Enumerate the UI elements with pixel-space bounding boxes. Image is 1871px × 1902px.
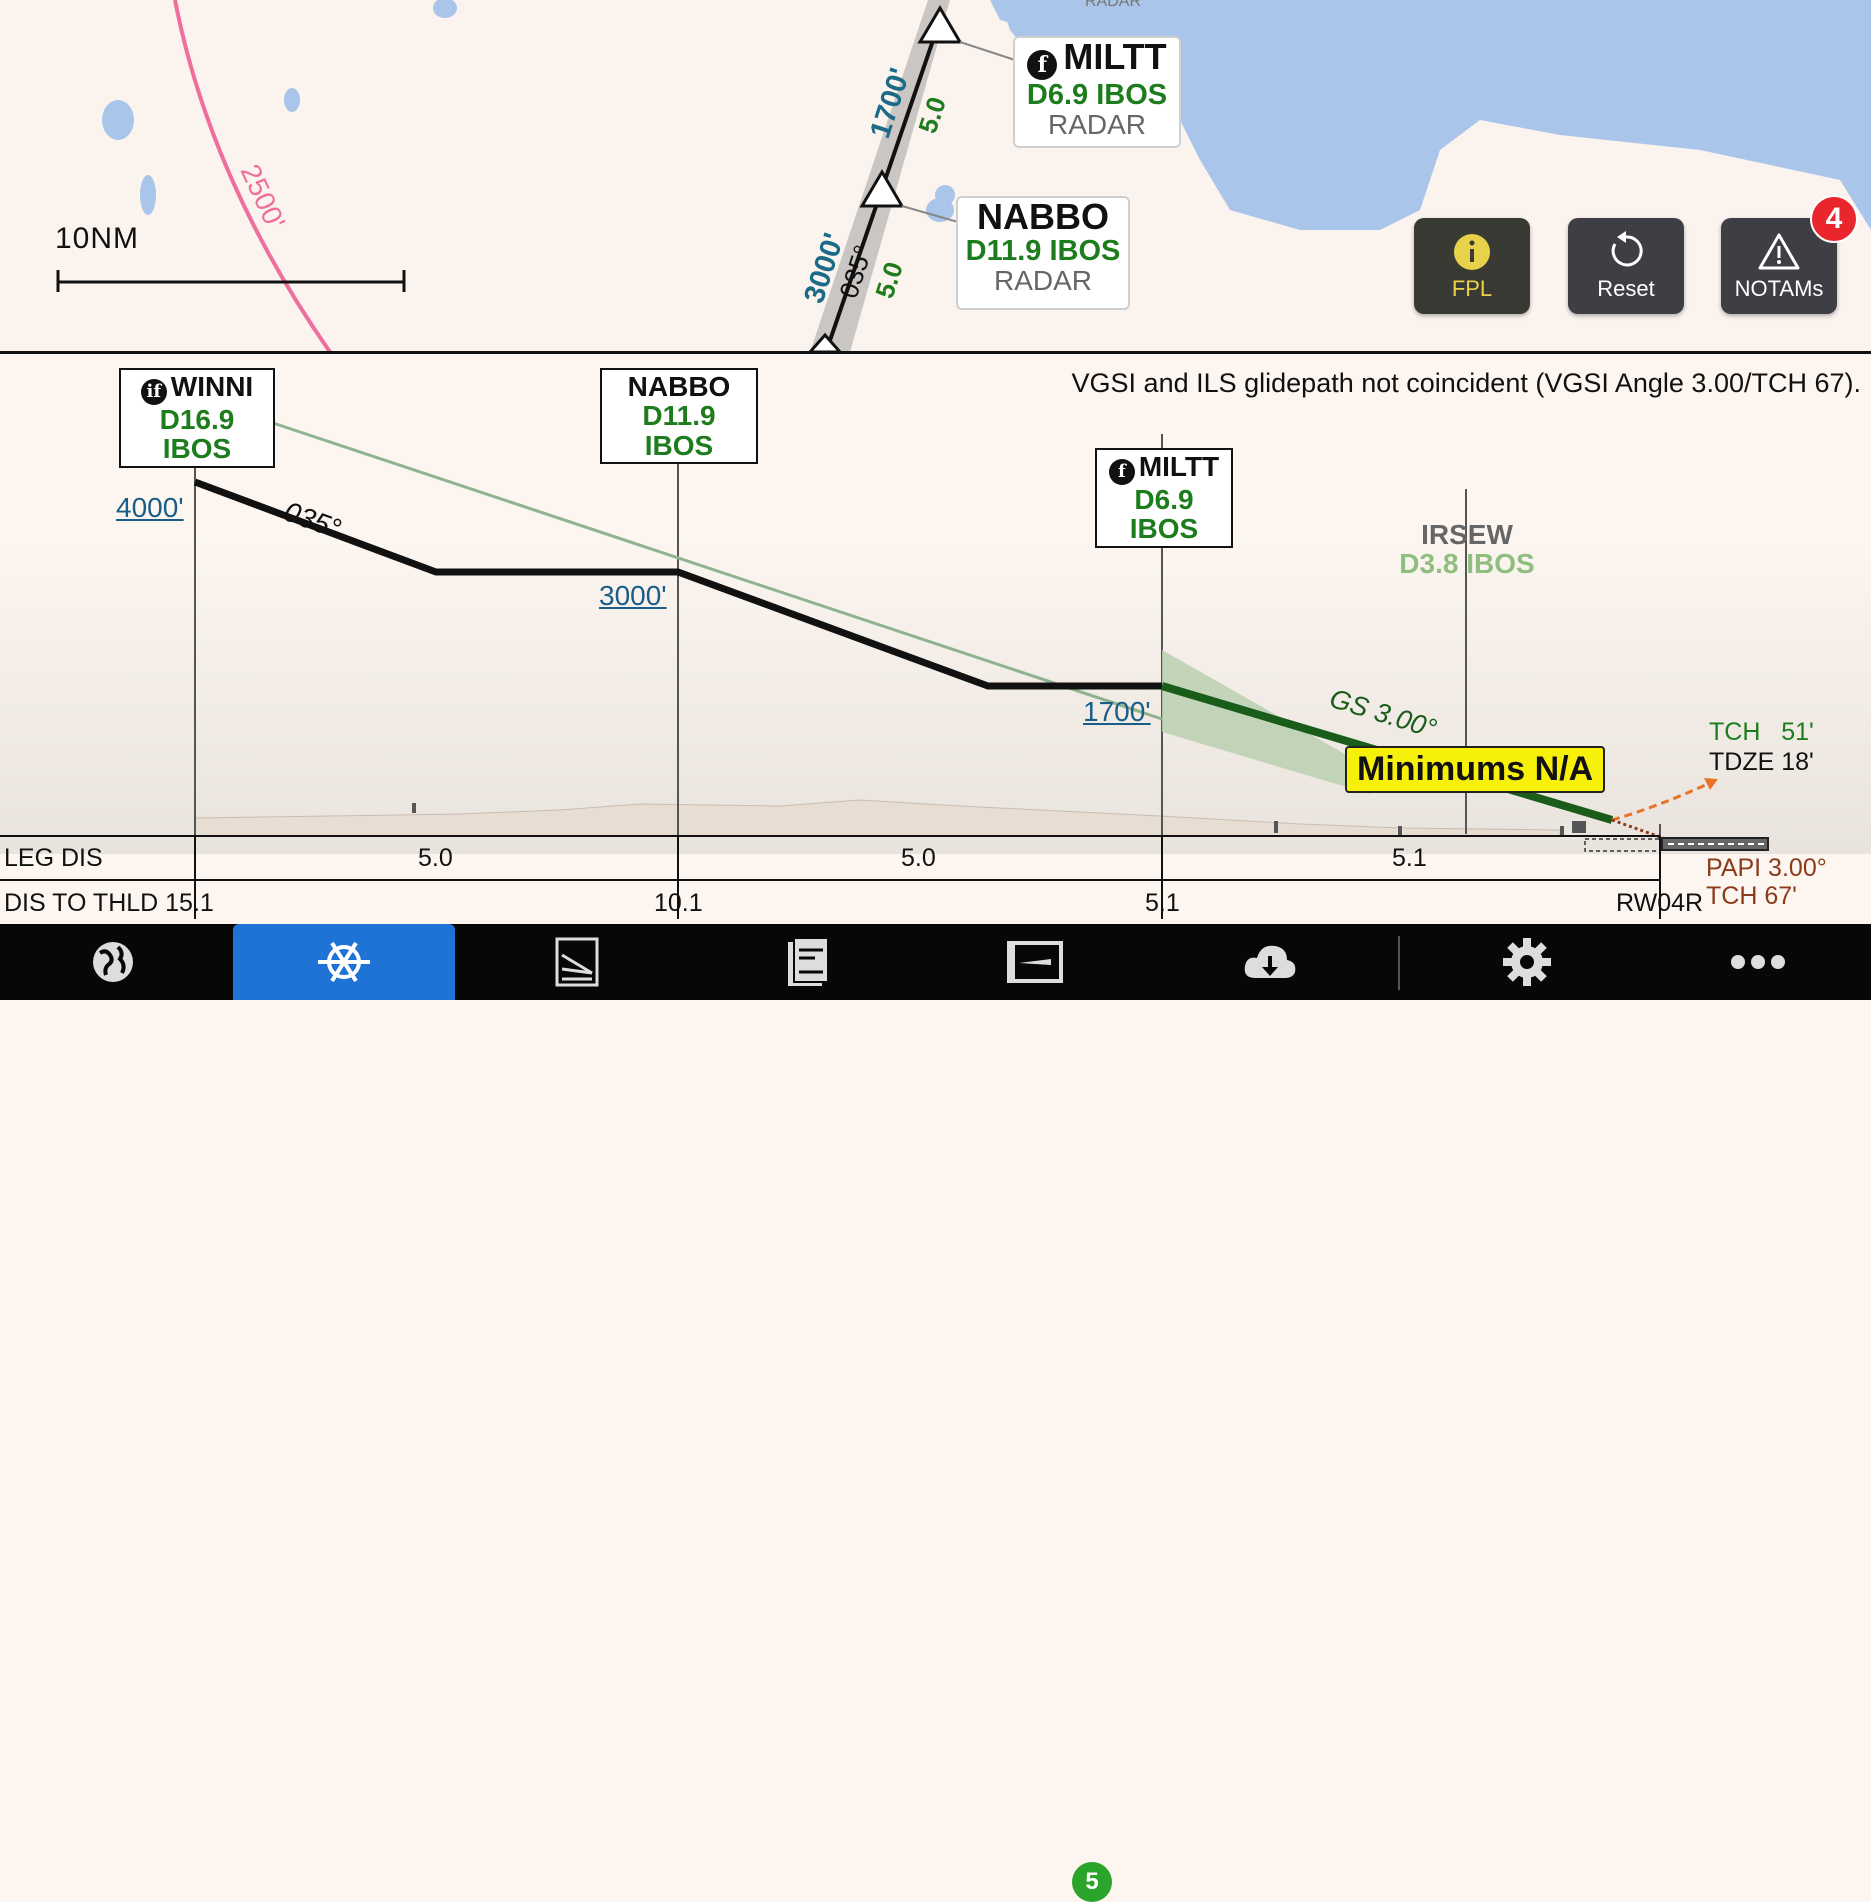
flights-badge: 5 <box>1072 1862 1112 1902</box>
plan-view-map[interactable]: 2500' 1700' 5.0 3000' 035° 5.0 RADAR f MI… <box>0 0 1871 352</box>
profile-fix-nabbo[interactable]: NABBO D11.9 IBOS <box>600 368 758 465</box>
lake <box>102 100 134 140</box>
lake <box>433 0 457 18</box>
tab-downloads[interactable] <box>1195 924 1345 1000</box>
cloud-download-icon <box>1244 945 1296 978</box>
tch-text: TCH <box>1709 718 1761 746</box>
profile-fix-miltt[interactable]: f MILTT D6.9 IBOS <box>1095 448 1233 548</box>
altitude-miltt: 1700' <box>1083 696 1151 727</box>
fix-distance: D16.9 IBOS <box>159 403 235 465</box>
fpl-button[interactable]: FPL <box>1414 218 1530 314</box>
tab-settings[interactable] <box>1452 924 1602 1000</box>
lake <box>140 175 156 215</box>
notams-badge: 4 <box>1810 195 1858 243</box>
leg-dis-3: 5.1 <box>1392 844 1427 872</box>
tab-flights[interactable] <box>960 924 1110 1000</box>
tdze-value: 18' <box>1781 748 1814 776</box>
flight-icon <box>1007 941 1063 983</box>
approach-chart-icon <box>555 937 599 987</box>
leader-line <box>959 41 1016 61</box>
scale-label: 10NM <box>55 222 140 255</box>
procedure-icon <box>318 941 370 983</box>
leg-dis-1: 5.0 <box>418 844 453 872</box>
notams-label: NOTAMs <box>1734 276 1824 301</box>
tdze-text: TDZE <box>1709 748 1775 776</box>
fix-name: WINNI <box>170 371 254 402</box>
course-distance-2: 5.0 <box>869 258 909 302</box>
gear-icon <box>1503 938 1551 986</box>
map-fix-nabbo[interactable]: NABBO D11.9 IBOS RADAR <box>956 196 1130 310</box>
fix-name: NABBO <box>977 196 1109 237</box>
arc-altitude: 2500' <box>235 159 292 233</box>
fix-distance: D3.8 IBOS <box>1399 548 1535 580</box>
profile-fix-irsew[interactable]: IRSEW D3.8 IBOS <box>1394 520 1540 579</box>
runway-label: RW04R <box>1616 889 1704 917</box>
final-fix-icon: f <box>1027 49 1058 80</box>
warning-icon <box>1758 233 1800 270</box>
dis-thld-1: 10.1 <box>654 889 703 917</box>
reset-icon <box>1611 231 1643 267</box>
tab-documents[interactable] <box>733 924 883 1000</box>
leg-dis-2: 5.0 <box>901 844 936 872</box>
tab-procedures[interactable] <box>233 924 455 1000</box>
tch-value: 51' <box>1781 718 1814 746</box>
profile-view: 035° GS 3.00° if WINNI D16.9 IBOS NABBO D… <box>0 354 1871 924</box>
info-icon <box>1454 234 1490 270</box>
profile-canvas: 035° GS 3.00° <box>0 414 1871 919</box>
fix-distance: D6.9 IBOS <box>1026 78 1168 111</box>
final-fix-icon: f <box>1108 458 1135 485</box>
dis-thld-2: 5.1 <box>1145 889 1180 917</box>
lake <box>926 198 954 222</box>
fix-radar: RADAR <box>1047 109 1146 141</box>
papi-tch-label: TCH 67' <box>1706 882 1797 910</box>
profile-fix-winni[interactable]: if WINNI D16.9 IBOS <box>119 368 275 468</box>
tab-more[interactable] <box>1683 924 1833 1000</box>
tch-label: TCH 51' <box>1709 718 1814 747</box>
altitude-winni: 4000' <box>116 492 184 523</box>
more-icon <box>1731 955 1785 969</box>
fix-distance: D11.9 IBOS <box>965 234 1121 267</box>
reset-button[interactable]: Reset <box>1568 218 1684 314</box>
leg-dis-label: LEG DIS <box>4 844 103 872</box>
fix-radar: RADAR <box>993 265 1092 297</box>
tab-airport[interactable] <box>502 924 652 1000</box>
map-fix-miltt[interactable]: f MILTT D6.9 IBOS RADAR <box>1013 36 1181 148</box>
document-icon <box>788 937 829 986</box>
fix-distance: D11.9 IBOS <box>642 400 716 461</box>
fix-distance: D6.9 IBOS <box>1129 483 1199 545</box>
fpl-label: FPL <box>1451 276 1493 301</box>
tab-bar: 5 <box>0 924 1871 1902</box>
globe-icon <box>93 942 133 982</box>
initial-fix-icon: if <box>140 378 167 405</box>
lake <box>284 88 300 112</box>
tdze-label: TDZE 18' <box>1709 748 1814 777</box>
fix-name: NABBO <box>627 371 731 402</box>
minimums-badge[interactable]: Minimums N/A <box>1345 746 1606 793</box>
fix-name: IRSEW <box>1421 519 1513 550</box>
vgsi-note: VGSI and ILS glidepath not coincident (V… <box>1071 368 1861 398</box>
radar-label-top: RADAR <box>1085 0 1141 10</box>
fix-name: MILTT <box>1063 36 1167 77</box>
altitude-nabbo: 3000' <box>599 580 667 611</box>
tab-maps[interactable] <box>38 924 188 1000</box>
papi-label: PAPI 3.00° <box>1706 854 1827 882</box>
fix-name: MILTT <box>1138 451 1220 482</box>
reset-label: Reset <box>1597 276 1655 301</box>
dis-thld-label: DIS TO THLD 15.1 <box>4 889 214 917</box>
tab-separator <box>1398 936 1400 990</box>
